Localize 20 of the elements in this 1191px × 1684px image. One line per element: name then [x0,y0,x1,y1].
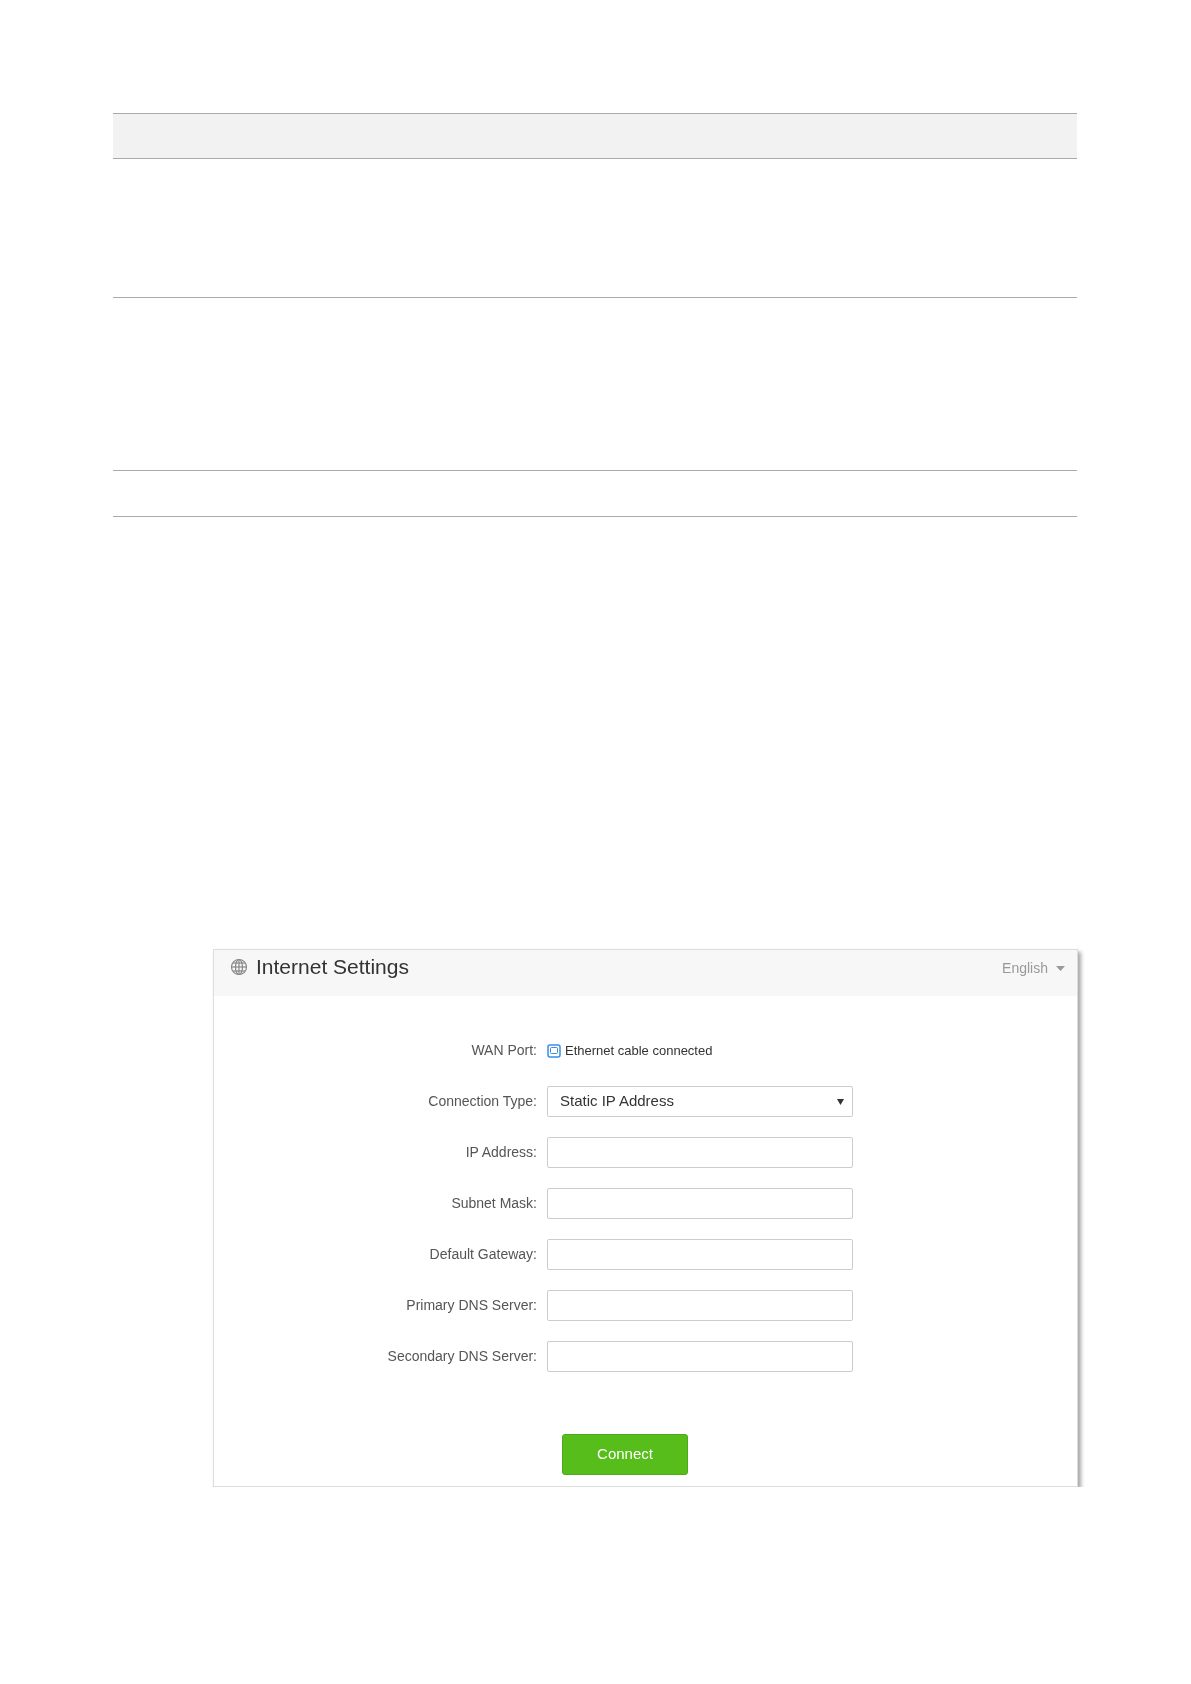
field-label: Connection Type: [427,1092,538,1111]
panel-title: Internet Settings [256,954,409,980]
input-field[interactable] [547,1239,853,1270]
language-selector[interactable]: English [1002,958,1048,979]
input-field[interactable] [547,1188,853,1219]
input-field[interactable] [547,1290,853,1321]
connection-type-dropdown[interactable]: Static IP Address [547,1086,853,1117]
field-label: Subnet Mask: [450,1194,538,1213]
caret-icon[interactable] [837,1098,844,1105]
field-label: WAN Port: [470,1041,538,1060]
connect-button[interactable]: Connect [562,1434,688,1475]
status-text: Ethernet cable connected [565,1041,713,1060]
field-label: Default Gateway: [428,1245,538,1264]
globe-icon [230,957,248,976]
field-label: Primary DNS Server: [405,1296,538,1315]
field-label: Secondary DNS Server: [386,1347,538,1366]
port-icon [547,1043,561,1058]
input-field[interactable] [547,1137,853,1168]
field-label: IP Address: [464,1143,538,1162]
input-field[interactable] [547,1341,853,1372]
